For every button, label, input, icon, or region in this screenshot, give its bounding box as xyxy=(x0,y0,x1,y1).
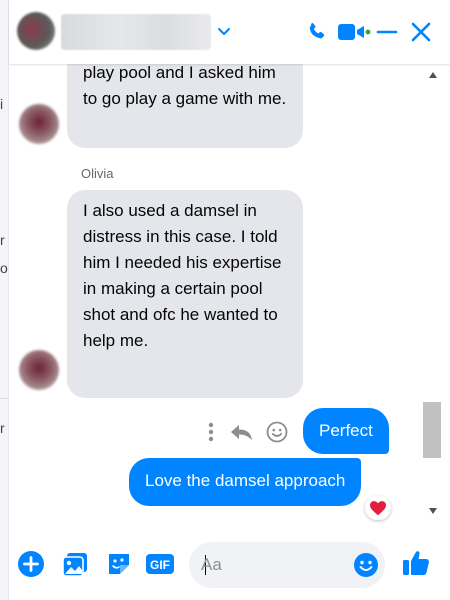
plus-icon[interactable] xyxy=(17,550,45,578)
message-input-container[interactable] xyxy=(189,542,385,588)
phone-icon[interactable] xyxy=(305,20,329,44)
incoming-message[interactable]: I also used a damsel in distress in this… xyxy=(67,190,303,398)
outgoing-message[interactable]: Perfect xyxy=(303,408,389,454)
contact-name[interactable] xyxy=(61,14,211,50)
sender-avatar[interactable] xyxy=(19,104,59,144)
background-text: o xyxy=(0,260,8,276)
background-text: i xyxy=(0,96,4,112)
gif-icon[interactable]: GIF xyxy=(145,550,175,578)
message-list[interactable]: play pool and I asked him to go play a g… xyxy=(9,64,450,524)
video-call-icon[interactable] xyxy=(337,20,371,44)
minimize-icon[interactable] xyxy=(375,20,399,44)
chevron-down-icon[interactable] xyxy=(215,22,233,40)
chat-window: play pool and I asked him to go play a g… xyxy=(8,0,450,600)
close-icon[interactable] xyxy=(409,20,433,44)
sticker-icon[interactable] xyxy=(105,550,133,578)
sender-name: Olivia xyxy=(81,166,114,181)
scrollbar-thumb[interactable] xyxy=(423,402,441,458)
sender-avatar[interactable] xyxy=(19,350,59,390)
message-actions xyxy=(205,420,295,444)
react-icon[interactable] xyxy=(265,420,289,444)
incoming-message[interactable]: play pool and I asked him to go play a g… xyxy=(67,64,303,148)
reply-icon[interactable] xyxy=(229,420,255,444)
scroll-up-arrow-icon[interactable] xyxy=(429,72,437,78)
thumbs-up-icon[interactable] xyxy=(401,548,431,578)
chat-header xyxy=(9,0,450,64)
emoji-icon[interactable] xyxy=(353,552,379,578)
heart-icon xyxy=(370,501,386,516)
contact-avatar[interactable] xyxy=(17,12,55,50)
background-text: r xyxy=(0,420,5,436)
outgoing-message[interactable]: Love the damsel approach xyxy=(129,458,362,506)
gif-label: GIF xyxy=(150,558,170,572)
heart-reaction[interactable] xyxy=(365,496,391,520)
background-text: r xyxy=(0,232,5,248)
scrollbar[interactable] xyxy=(423,64,443,524)
composer: GIF xyxy=(9,532,450,600)
message-input[interactable] xyxy=(201,550,341,580)
scroll-down-arrow-icon[interactable] xyxy=(429,508,437,514)
photo-icon[interactable] xyxy=(61,550,89,578)
more-options-icon[interactable] xyxy=(205,420,217,444)
